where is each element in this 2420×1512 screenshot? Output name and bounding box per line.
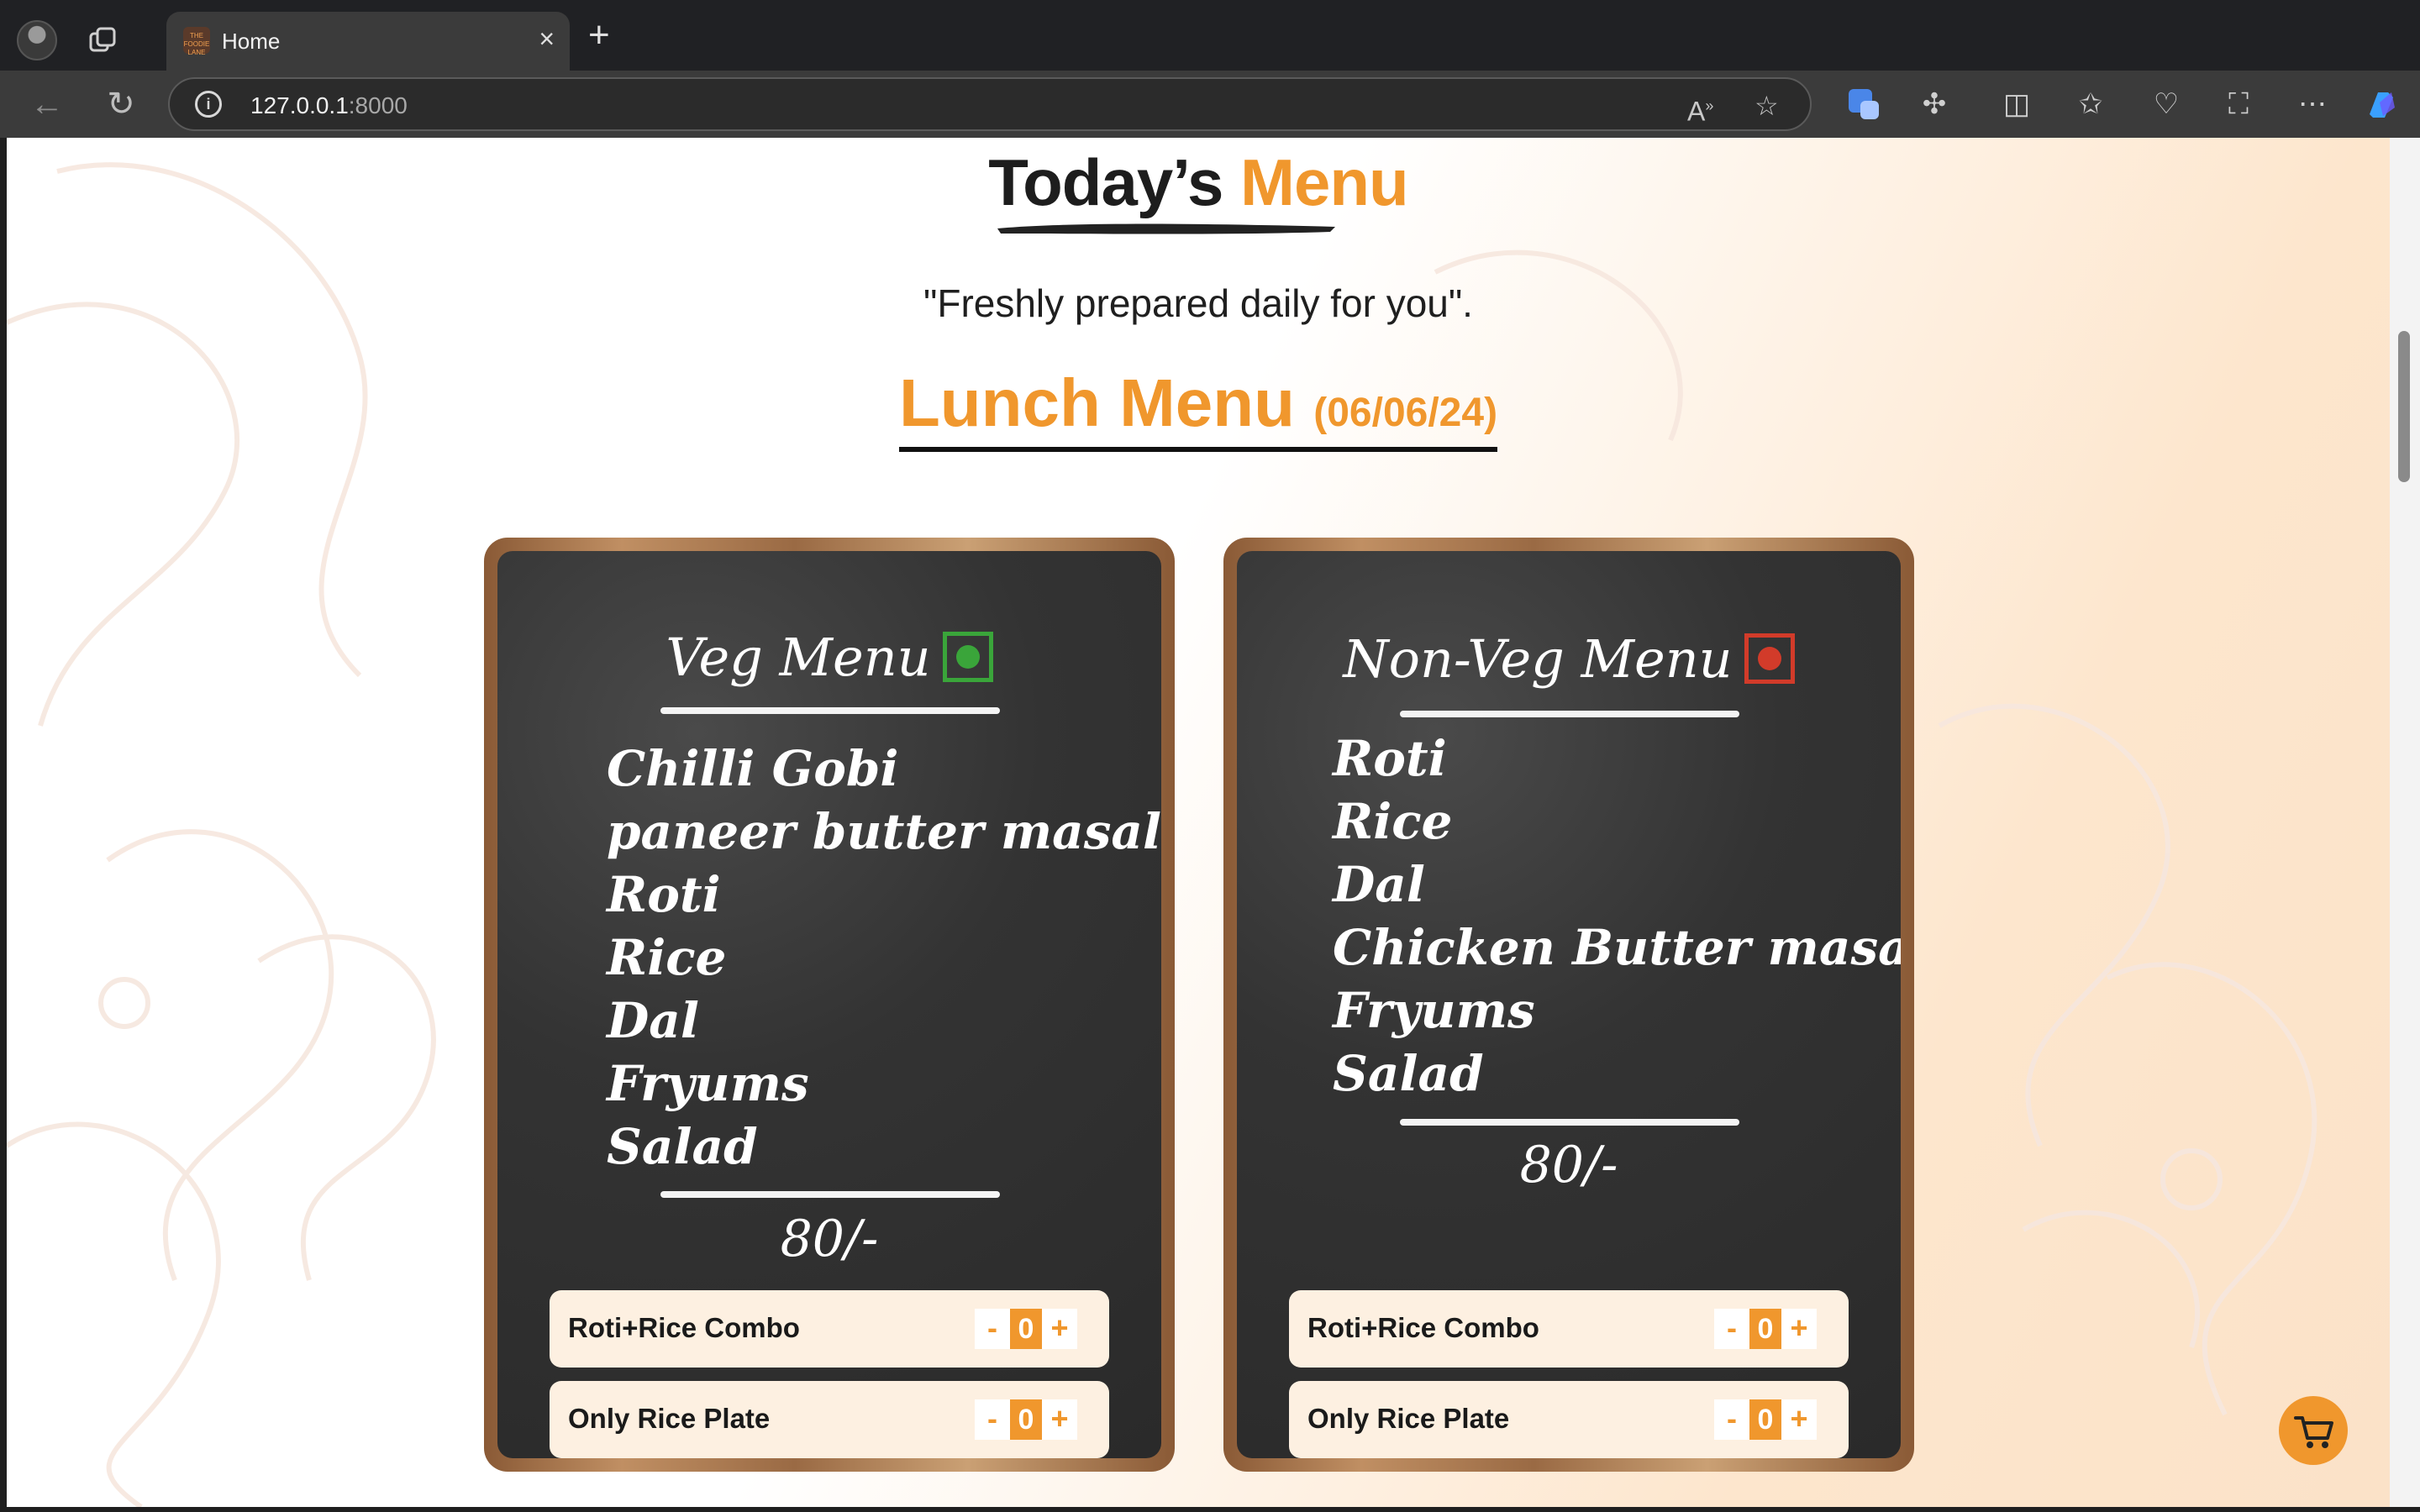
scrollbar-thumb[interactable] xyxy=(2398,331,2410,482)
favorites-icon[interactable]: ✩ xyxy=(2072,86,2109,123)
menu-item: Salad xyxy=(1333,1045,1484,1102)
tab-close-icon[interactable]: × xyxy=(539,25,555,52)
quantity-value: 0 xyxy=(1749,1399,1781,1440)
menu-item: Fryums xyxy=(1333,982,1535,1039)
veg-menu-title: Veg Menu xyxy=(497,627,1161,688)
quantity-stepper: - 0 + xyxy=(975,1309,1077,1349)
page-scrollbar[interactable] xyxy=(2390,138,2420,1507)
menu-item: Dal xyxy=(607,992,699,1049)
menu-item: Rice xyxy=(607,929,727,986)
decrement-button[interactable]: - xyxy=(1714,1309,1749,1349)
refresh-icon[interactable]: ↻ xyxy=(103,86,139,123)
browser-essentials-icon[interactable]: ♡ xyxy=(2148,86,2185,123)
favorite-star-icon[interactable]: ☆ xyxy=(1754,91,1779,121)
read-aloud-icon[interactable]: A» xyxy=(1687,91,1713,127)
tab-home[interactable]: THE FOODIE LANE Home × xyxy=(166,12,570,71)
quantity-stepper: - 0 + xyxy=(1714,1399,1817,1440)
veg-chalkboard: Veg Menu Chilli Gobi paneer butter masal… xyxy=(497,551,1161,1458)
decrement-button[interactable]: - xyxy=(975,1309,1010,1349)
nonveg-price: 80/- xyxy=(1519,1136,1618,1194)
cart-icon xyxy=(2294,1416,2333,1448)
menu-item: Salad xyxy=(607,1118,758,1175)
profile-avatar[interactable] xyxy=(17,20,57,60)
screenshot-icon[interactable]: ⛶ xyxy=(2220,86,2257,123)
order-row-roti-rice-combo: Roti+Rice Combo - 0 + xyxy=(1289,1290,1849,1368)
extensions-puzzle-icon[interactable]: ✣ xyxy=(1916,86,1953,123)
nonveg-menu-title: Non-Veg Menu xyxy=(1237,628,1901,690)
veg-items-list: Chilli Gobi paneer butter masala Roti Ri… xyxy=(607,738,1161,1179)
quantity-value: 0 xyxy=(1010,1309,1042,1349)
menu-item: paneer butter masala xyxy=(607,803,1161,860)
split-screen-icon[interactable]: ◫ xyxy=(1998,86,2035,123)
increment-button[interactable]: + xyxy=(1042,1399,1077,1440)
quantity-stepper: - 0 + xyxy=(1714,1309,1817,1349)
nonveg-chalkboard: Non-Veg Menu Roti Rice Dal Chicken Butte… xyxy=(1237,551,1901,1458)
cart-button[interactable] xyxy=(2279,1396,2348,1465)
tab-title: Home xyxy=(222,29,281,54)
chalk-divider xyxy=(660,1191,1000,1198)
lunch-menu-heading-wrap: Lunch Menu (06/06/24) xyxy=(7,365,2390,452)
quantity-stepper: - 0 + xyxy=(975,1399,1077,1440)
order-label: Roti+Rice Combo xyxy=(568,1312,800,1343)
order-label: Only Rice Plate xyxy=(1307,1403,1510,1434)
menu-item: Rice xyxy=(1333,793,1453,850)
copilot-icon[interactable] xyxy=(2363,86,2400,123)
veg-price: 80/- xyxy=(780,1210,879,1268)
chalk-divider xyxy=(1400,711,1739,717)
order-row-only-rice-plate: Only Rice Plate - 0 + xyxy=(1289,1381,1849,1458)
nonveg-menu-board: Non-Veg Menu Roti Rice Dal Chicken Butte… xyxy=(1223,538,1914,1472)
menu-item: Dal xyxy=(1333,856,1425,913)
site-favicon-icon: THE FOODIE LANE xyxy=(183,27,210,56)
menu-item: Roti xyxy=(1333,730,1447,787)
menu-item: Chilli Gobi xyxy=(607,740,899,797)
decrement-button[interactable]: - xyxy=(975,1399,1010,1440)
page-viewport: Today’s Menu "Freshly prepared daily for… xyxy=(7,138,2390,1507)
nonveg-items-list: Roti Rice Dal Chicken Butter masala Fryu… xyxy=(1333,727,1901,1105)
veg-menu-board: Veg Menu Chilli Gobi paneer butter masal… xyxy=(484,538,1175,1472)
topographic-background xyxy=(7,162,2317,1507)
quantity-value: 0 xyxy=(1749,1309,1781,1349)
back-icon[interactable]: ← xyxy=(29,86,66,123)
veg-symbol-icon xyxy=(942,631,993,682)
browser-toolbar: ← ↻ i 127.0.0.1:8000 A» ☆ xyxy=(0,71,2420,138)
site-info-icon[interactable]: i xyxy=(195,91,222,118)
lunch-menu-date: (06/06/24) xyxy=(1313,391,1498,435)
more-menu-icon[interactable]: ⋯ xyxy=(2294,86,2331,123)
address-bar[interactable]: i 127.0.0.1:8000 A» ☆ xyxy=(168,77,1812,131)
extension-copilot-icon[interactable] xyxy=(1845,86,1882,123)
increment-button[interactable]: + xyxy=(1042,1309,1077,1349)
quantity-value: 0 xyxy=(1010,1399,1042,1440)
chalk-divider xyxy=(660,707,1000,714)
workspaces-icon[interactable] xyxy=(87,25,119,57)
increment-button[interactable]: + xyxy=(1781,1309,1817,1349)
menu-item: Fryums xyxy=(607,1055,809,1112)
page-heading: Today’s Menu xyxy=(988,145,1408,219)
increment-button[interactable]: + xyxy=(1781,1399,1817,1440)
order-label: Roti+Rice Combo xyxy=(1307,1312,1539,1343)
decrement-button[interactable]: - xyxy=(1714,1399,1749,1440)
new-tab-icon[interactable]: + xyxy=(588,17,610,54)
chalk-divider xyxy=(1400,1119,1739,1126)
browser-tab-bar: THE FOODIE LANE Home × + xyxy=(0,0,2420,71)
order-row-only-rice-plate: Only Rice Plate - 0 + xyxy=(550,1381,1109,1458)
tagline: "Freshly prepared daily for you". xyxy=(923,281,1473,325)
address-url[interactable]: 127.0.0.1:8000 xyxy=(250,92,408,119)
order-row-roti-rice-combo: Roti+Rice Combo - 0 + xyxy=(550,1290,1109,1368)
heading-brush-underline xyxy=(997,223,1335,234)
order-label: Only Rice Plate xyxy=(568,1403,771,1434)
menu-item: Roti xyxy=(607,866,721,923)
nonveg-symbol-icon xyxy=(1744,633,1795,684)
lunch-menu-heading: Lunch Menu (06/06/24) xyxy=(898,365,1498,452)
menu-item: Chicken Butter masala xyxy=(1333,919,1901,976)
